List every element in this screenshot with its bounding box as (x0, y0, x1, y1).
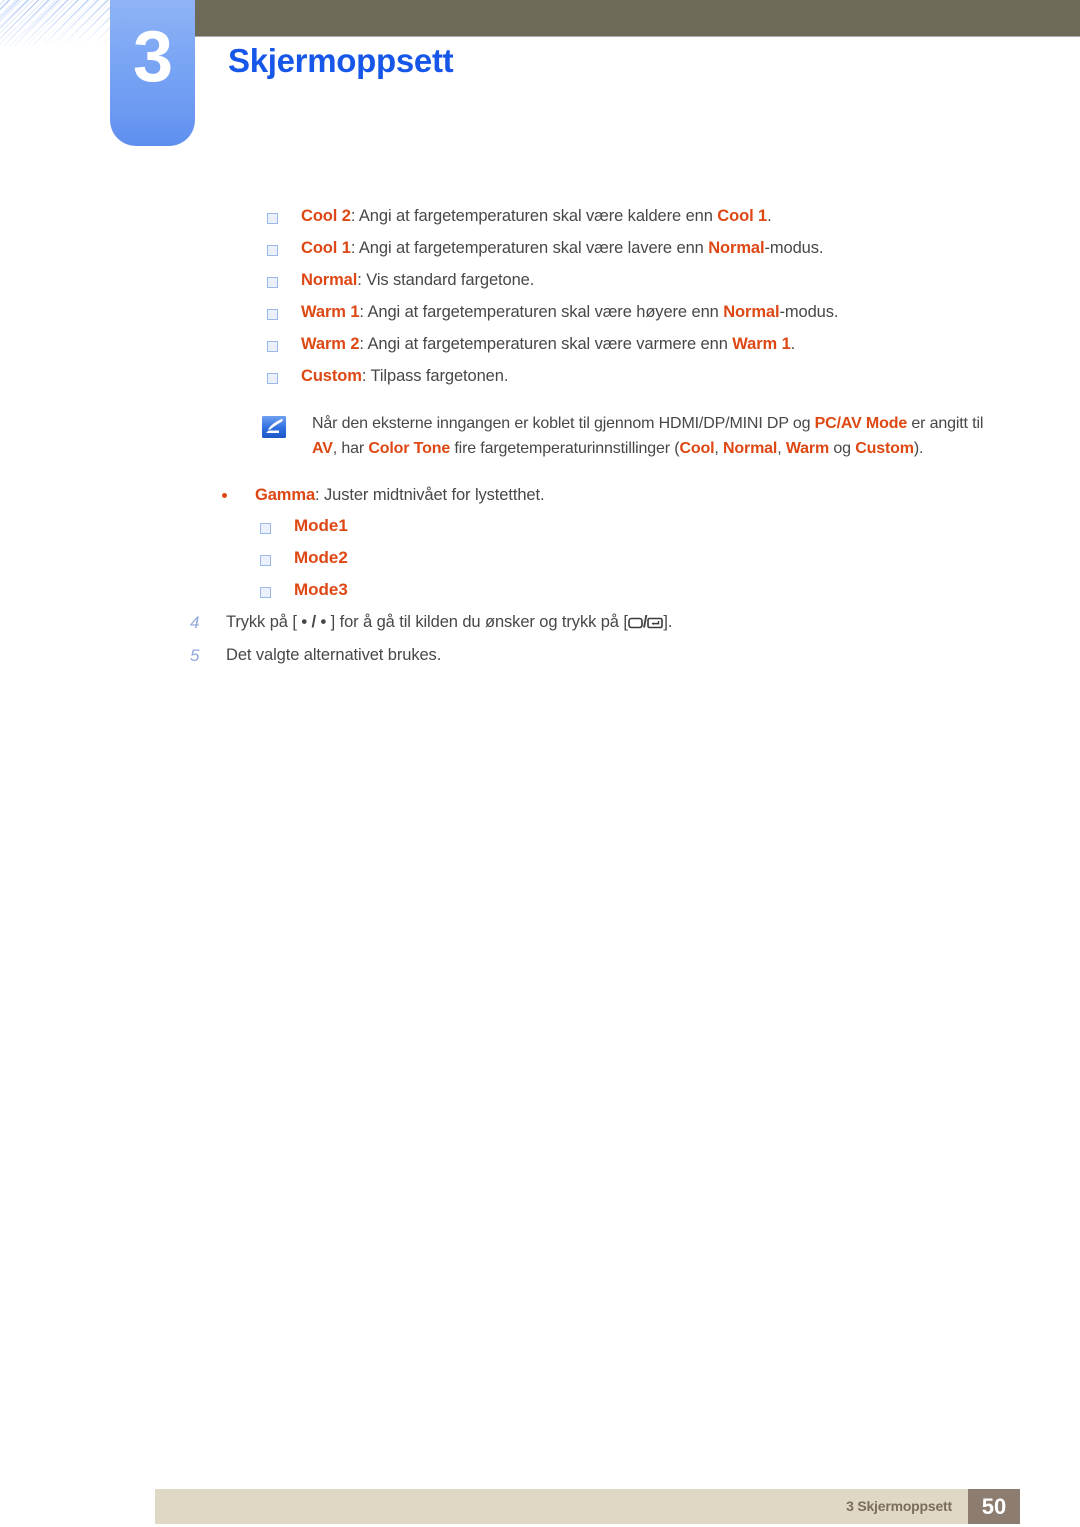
term-label-secondary: Cool 1 (717, 207, 768, 225)
note-highlight: Custom (855, 440, 914, 457)
note-callout: Når den eksterne inngangen er koblet til… (262, 411, 1080, 461)
gamma-text: Gamma: Juster midtnivået for lystetthet. (255, 484, 545, 506)
list-item: Warm 1: Angi at fargetemperaturen skal v… (267, 301, 1080, 323)
note-segment: er angitt til (907, 415, 984, 432)
chapter-number: 3 (132, 17, 173, 97)
note-segment: Når den eksterne inngangen er koblet til… (312, 415, 815, 432)
gamma-mode-list: Mode1 Mode2 Mode3 (0, 515, 1080, 601)
term-label: Warm 1 (301, 303, 360, 321)
list-item-text: Warm 2: Angi at fargetemperaturen skal v… (301, 333, 795, 355)
square-bullet-icon (267, 213, 278, 224)
step-number: 5 (190, 646, 200, 665)
term-label: Custom (301, 367, 362, 385)
note-highlight: Cool (679, 440, 715, 457)
enter-button-icon (647, 613, 664, 636)
list-item: Warm 2: Angi at fargetemperaturen skal v… (267, 333, 1080, 355)
list-item: Cool 1: Angi at fargetemperaturen skal v… (267, 237, 1080, 259)
note-segment: og (829, 440, 856, 457)
square-bullet-icon (267, 245, 278, 256)
step-text: Trykk på [ • / • ] for å gå til kilden d… (226, 611, 672, 636)
square-bullet-icon (260, 523, 271, 534)
description-text: : Tilpass fargetonen. (361, 367, 509, 385)
note-segment: ). (913, 440, 924, 457)
description-suffix: -modus. (779, 303, 839, 321)
list-item: Mode3 (260, 579, 1080, 601)
list-item: Normal: Vis standard fargetone. (267, 269, 1080, 291)
term-label-secondary: Warm 1 (732, 335, 791, 353)
list-item-text: Cool 1: Angi at fargetemperaturen skal v… (301, 237, 823, 259)
square-bullet-icon (267, 309, 278, 320)
note-segment: , har (332, 440, 369, 457)
square-bullet-icon (267, 341, 278, 352)
description-suffix: . (790, 335, 796, 353)
step-item: 4 Trykk på [ • / • ] for å gå til kilden… (190, 611, 1080, 636)
mode-label: Mode1 (294, 516, 348, 535)
description-suffix: -modus. (764, 239, 824, 257)
note-highlight: PC/AV Mode (814, 415, 908, 432)
square-bullet-icon (260, 587, 271, 598)
term-label-secondary: Normal (708, 239, 765, 257)
note-segment: , (714, 440, 723, 457)
step-segment: ]. (663, 613, 673, 631)
description-text: : Vis standard fargetone. (357, 271, 535, 289)
list-item-text: Normal: Vis standard fargetone. (301, 269, 534, 291)
list-item-text: Warm 1: Angi at fargetemperaturen skal v… (301, 301, 838, 323)
gamma-description: : Juster midtnivået for lystetthet. (315, 486, 545, 504)
list-item: Mode2 (260, 547, 1080, 569)
step-segment: / (307, 613, 321, 631)
list-item-text: Custom: Tilpass fargetonen. (301, 365, 508, 387)
footer-bar: 3 Skjermoppsett (155, 1489, 1020, 1524)
description-text: : Angi at fargetemperaturen skal være va… (359, 335, 733, 353)
note-pencil-icon (262, 416, 286, 438)
term-label: Cool 1 (301, 239, 351, 257)
description-text: : Angi at fargetemperaturen skal være la… (350, 239, 709, 257)
term-label-secondary: Normal (723, 303, 780, 321)
instruction-steps: 4 Trykk på [ • / • ] for å gå til kilden… (0, 611, 1080, 667)
mode-label: Mode2 (294, 548, 348, 567)
header-olive-bar (191, 0, 1080, 37)
list-item: Mode1 (260, 515, 1080, 537)
mode-label: Mode3 (294, 580, 348, 599)
list-item-text: Cool 2: Angi at fargetemperaturen skal v… (301, 205, 772, 227)
page-number: 50 (981, 1494, 1007, 1519)
step-number: 4 (190, 613, 200, 632)
page-content: Cool 2: Angi at fargetemperaturen skal v… (0, 205, 1080, 667)
note-segment: fire fargetemperaturinnstillinger ( (450, 440, 680, 457)
term-label: Cool 2 (301, 207, 351, 225)
step-segment: ] for å gå til kilden du ønsker og trykk… (326, 613, 628, 631)
description-text: : Angi at fargetemperaturen skal være ka… (350, 207, 718, 225)
square-bullet-icon (260, 555, 271, 566)
source-button-icon (628, 613, 643, 636)
chapter-number-tab: 3 (110, 0, 195, 146)
list-item: Cool 2: Angi at fargetemperaturen skal v… (267, 205, 1080, 227)
step-segment: Trykk på [ (226, 613, 302, 631)
term-label: Normal (301, 271, 358, 289)
square-bullet-icon (267, 373, 278, 384)
term-label: Warm 2 (301, 335, 360, 353)
note-text: Når den eksterne inngangen er koblet til… (312, 411, 1012, 461)
gamma-list-item: Gamma: Juster midtnivået for lystetthet. (222, 484, 1080, 506)
step-item: 5 Det valgte alternativet brukes. (190, 644, 1080, 667)
description-text: : Angi at fargetemperaturen skal være hø… (359, 303, 724, 321)
note-highlight: Warm (785, 440, 830, 457)
dot-bullet-icon (222, 493, 227, 498)
square-bullet-icon (267, 277, 278, 288)
note-highlight: AV (312, 440, 333, 457)
note-highlight: Normal (723, 440, 778, 457)
step-text: Det valgte alternativet brukes. (226, 646, 442, 664)
decorative-hatch-pattern-secondary (0, 0, 112, 46)
page-number-box: 50 (968, 1489, 1020, 1524)
color-tone-option-list: Cool 2: Angi at fargetemperaturen skal v… (0, 205, 1080, 387)
description-suffix: . (767, 207, 772, 225)
list-item: Custom: Tilpass fargetonen. (267, 365, 1080, 387)
note-segment: , (777, 440, 786, 457)
footer-chapter-label: 3 Skjermoppsett (846, 1498, 952, 1514)
gamma-term-label: Gamma (255, 486, 316, 504)
note-highlight: Color Tone (368, 440, 451, 457)
page-title: Skjermoppsett (228, 42, 454, 79)
